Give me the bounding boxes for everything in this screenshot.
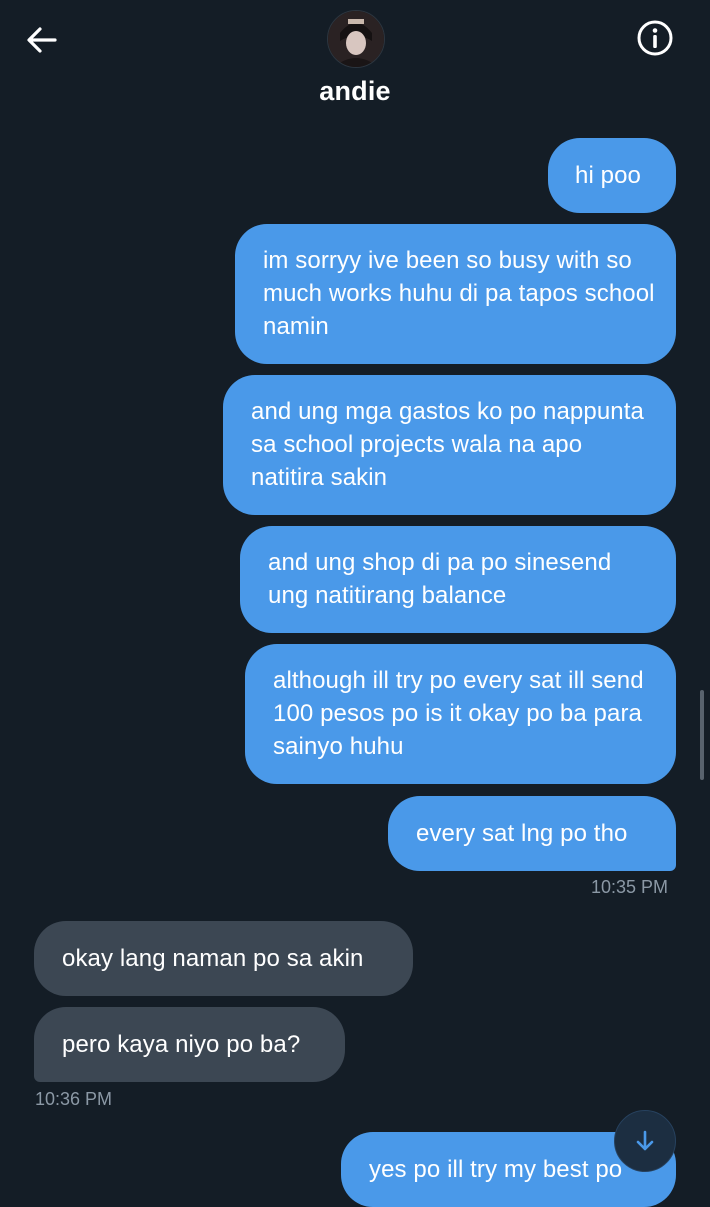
scrollbar[interactable] <box>700 690 704 780</box>
back-button[interactable] <box>22 20 62 60</box>
message-text: and ung mga gastos ko po nappunta sa sch… <box>251 398 644 491</box>
info-circle-icon <box>637 20 673 56</box>
message-timestamp: 10:36 PM <box>35 1089 113 1109</box>
outgoing-message[interactable]: hi poo <box>548 138 676 213</box>
avatar-image <box>328 11 384 67</box>
conversation-header: andie <box>0 0 710 128</box>
info-button[interactable] <box>635 18 675 58</box>
contact-name[interactable]: andie <box>0 76 710 107</box>
message-text: and ung shop di pa po sinesend ung natit… <box>268 549 612 609</box>
arrow-down-icon <box>636 1130 654 1151</box>
outgoing-message[interactable]: and ung shop di pa po sinesend ung natit… <box>240 526 676 633</box>
arrow-left-icon <box>27 27 57 53</box>
message-text: hi poo <box>575 162 641 189</box>
outgoing-message[interactable]: every sat lng po tho <box>388 796 676 871</box>
scroll-to-bottom-button[interactable] <box>614 1110 676 1172</box>
outgoing-message[interactable]: im sorryy ive been so busy with so much … <box>235 224 676 364</box>
message-text: im sorryy ive been so busy with so much … <box>263 247 655 340</box>
incoming-message[interactable]: pero kaya niyo po ba? <box>34 1007 345 1082</box>
message-text: yes po ill try my best po <box>369 1156 623 1183</box>
outgoing-message[interactable]: although ill try po every sat ill send 1… <box>245 644 676 784</box>
message-text: okay lang naman po sa akin <box>62 945 364 972</box>
avatar[interactable] <box>327 10 385 68</box>
message-text: every sat lng po tho <box>416 820 628 847</box>
incoming-message[interactable]: okay lang naman po sa akin <box>34 921 413 996</box>
outgoing-message[interactable]: and ung mga gastos ko po nappunta sa sch… <box>223 375 676 515</box>
message-text: pero kaya niyo po ba? <box>62 1031 301 1058</box>
message-text: although ill try po every sat ill send 1… <box>273 667 644 760</box>
message-timestamp: 10:35 PM <box>591 877 669 897</box>
